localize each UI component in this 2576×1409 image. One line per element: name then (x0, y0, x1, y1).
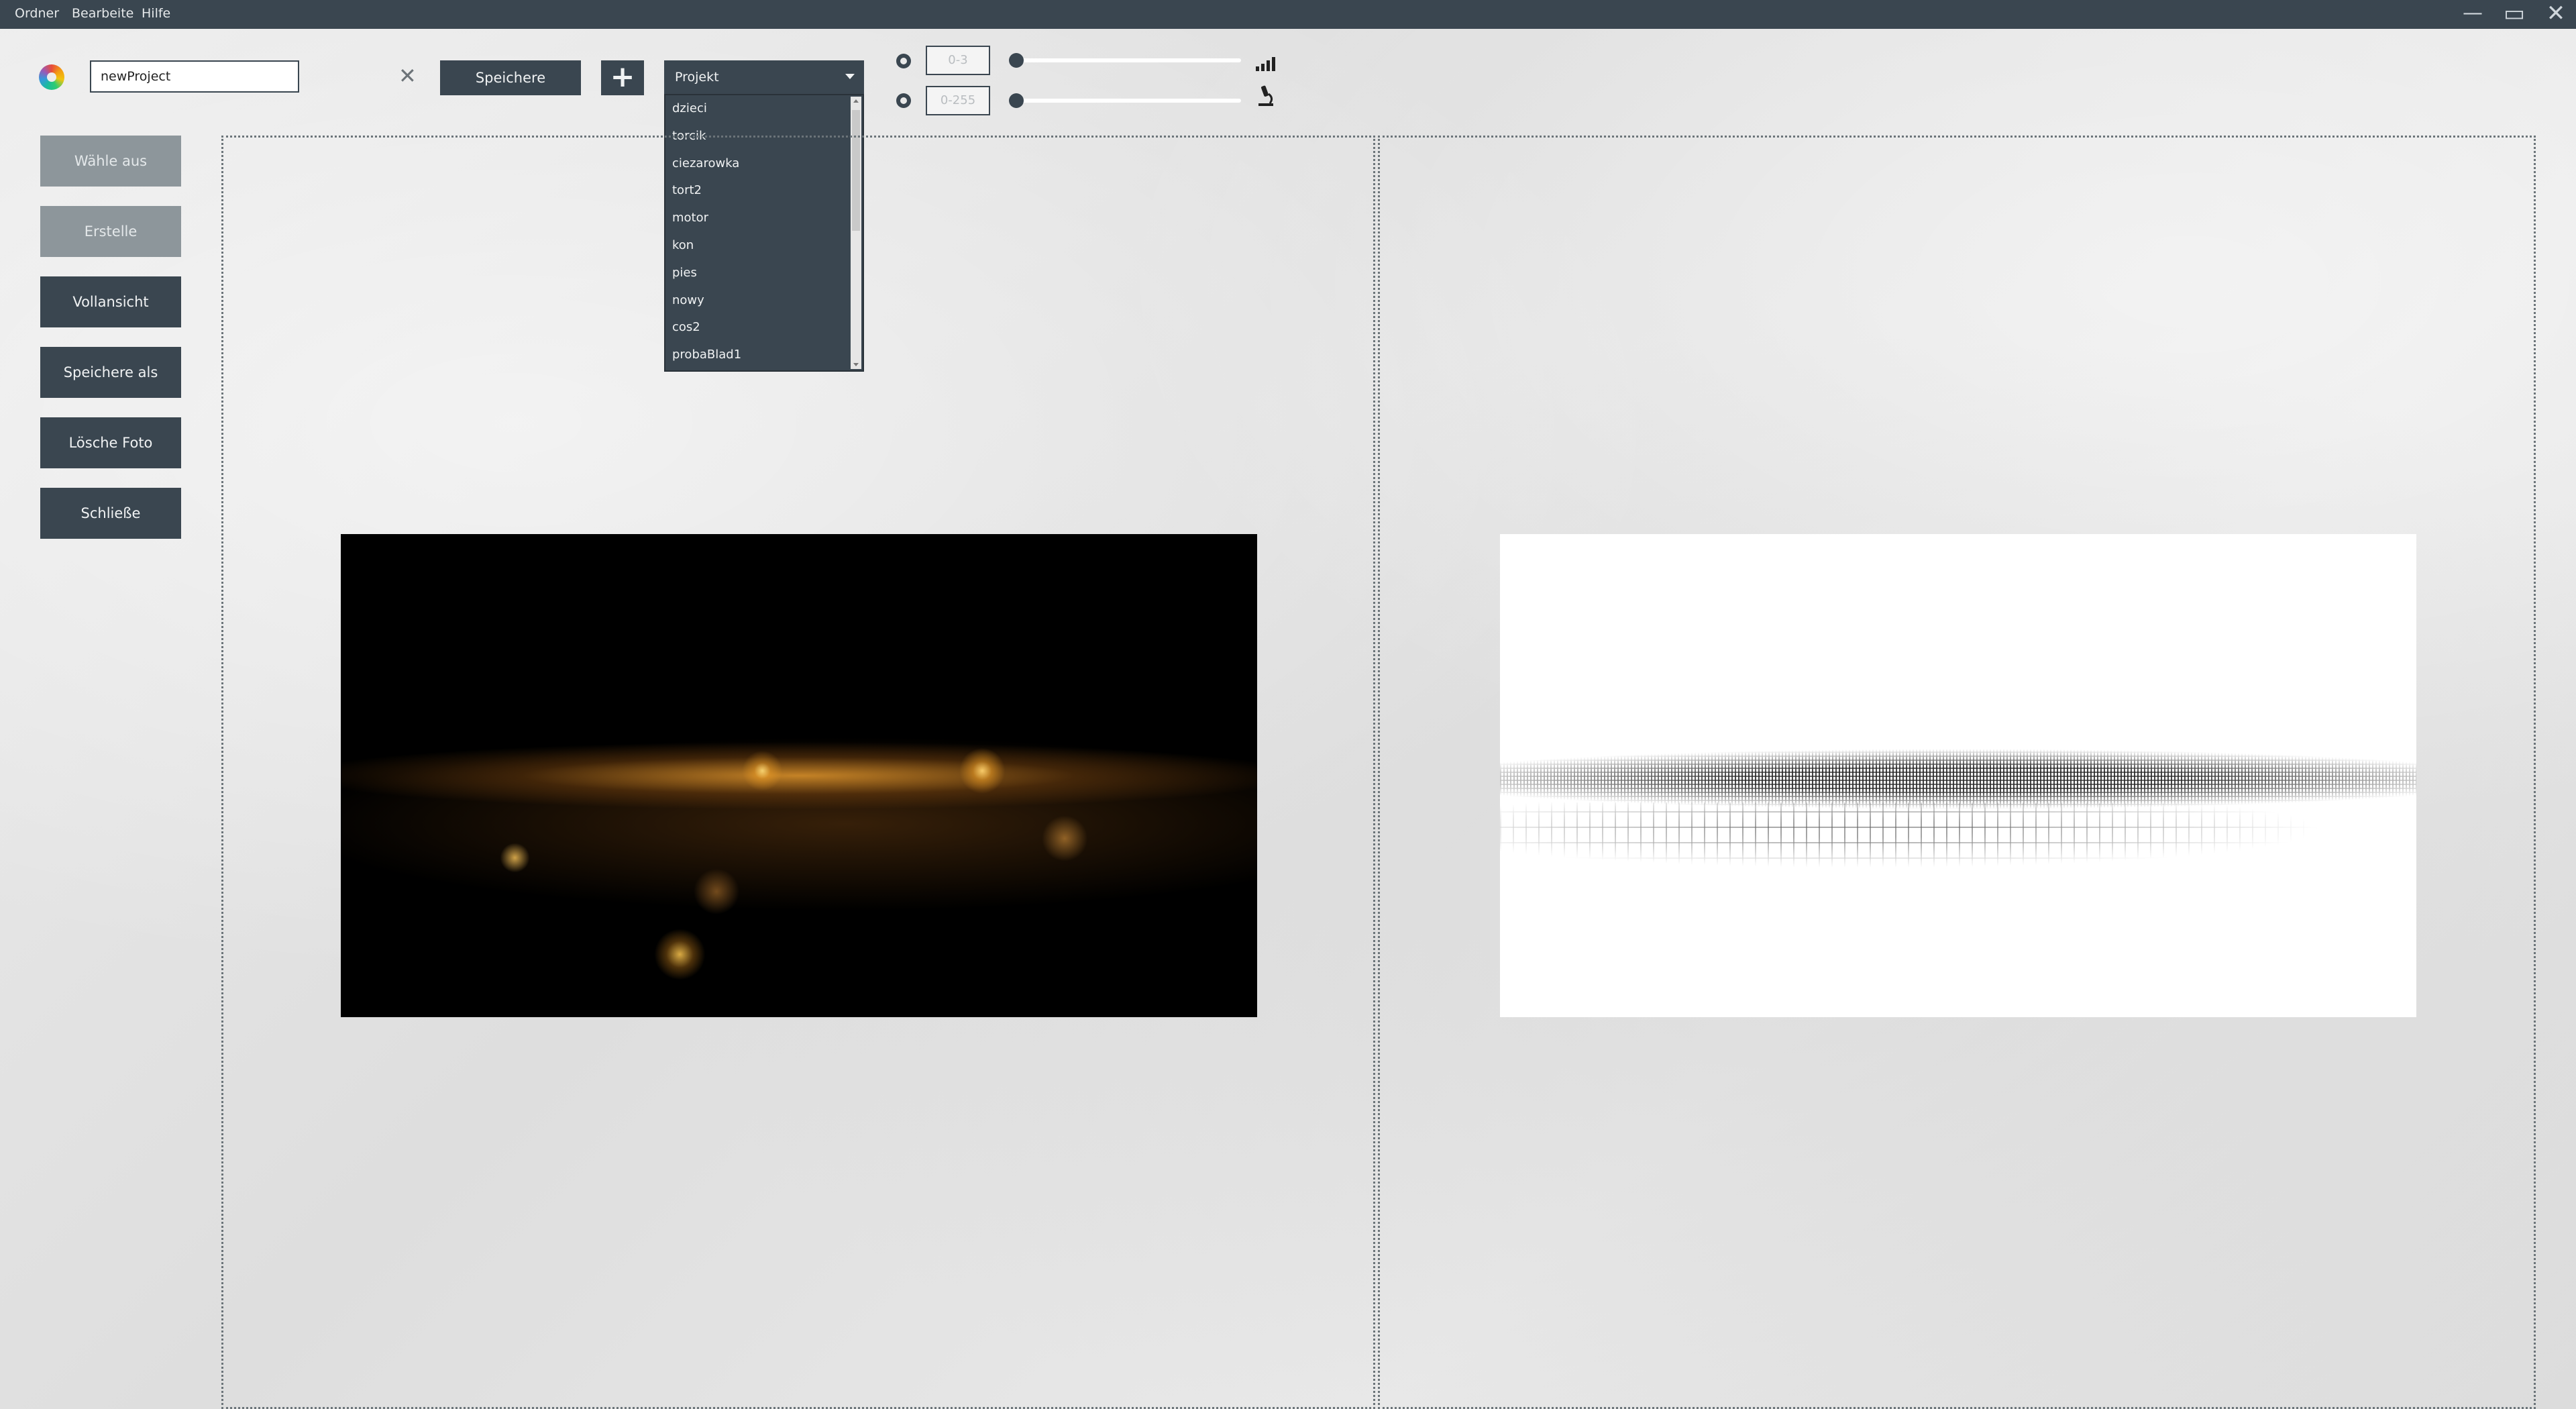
chevron-down-icon (845, 74, 855, 79)
select-button[interactable]: Wähle aus (40, 136, 181, 187)
scroll-up-icon[interactable] (853, 99, 859, 103)
slider-track-1[interactable] (1012, 58, 1241, 62)
close-icon[interactable]: ✕ (2538, 0, 2573, 29)
create-button[interactable]: Erstelle (40, 206, 181, 257)
menu-bearbeite[interactable]: Bearbeite (72, 6, 133, 21)
project-dropdown[interactable]: Projekt (664, 60, 864, 94)
edge-detected-photo (1500, 534, 2416, 1017)
slider-knob-2[interactable] (1009, 93, 1024, 108)
slider-knob-1[interactable] (1009, 53, 1024, 68)
color-wheel-logo-icon (39, 64, 64, 90)
clear-input-icon[interactable]: ✕ (398, 63, 417, 89)
project-dropdown-selected: Projekt (675, 70, 719, 85)
microscope-icon (1258, 85, 1273, 106)
dropdown-option[interactable]: dzieci (665, 95, 863, 123)
minimize-icon[interactable]: — (2455, 0, 2490, 29)
save-button[interactable]: Speichere (440, 60, 581, 95)
original-photo (341, 534, 1257, 1017)
menu-ordner[interactable]: Ordner (15, 6, 59, 21)
range-radio-2[interactable] (896, 93, 911, 108)
full-view-button[interactable]: Vollansicht (40, 276, 181, 327)
maximize-icon[interactable]: ▭ (2497, 0, 2532, 29)
range-radio-1[interactable] (896, 54, 911, 68)
close-button[interactable]: Schließe (40, 488, 181, 539)
range-field-1[interactable]: 0-3 (926, 46, 990, 75)
delete-photo-button[interactable]: Lösche Foto (40, 417, 181, 468)
slider-track-2[interactable] (1012, 99, 1241, 103)
menu-bar: Ordner Bearbeite Hilfe — ▭ ✕ (0, 0, 2576, 29)
menu-hilfe[interactable]: Hilfe (142, 6, 170, 21)
signal-icon (1256, 57, 1275, 71)
edge-band (1500, 749, 2416, 809)
save-as-button[interactable]: Speichere als (40, 347, 181, 398)
range-field-2[interactable]: 0-255 (926, 86, 990, 115)
add-project-button[interactable]: + (601, 60, 644, 95)
edge-scatter (1500, 802, 2416, 890)
project-name-input[interactable] (90, 60, 299, 93)
